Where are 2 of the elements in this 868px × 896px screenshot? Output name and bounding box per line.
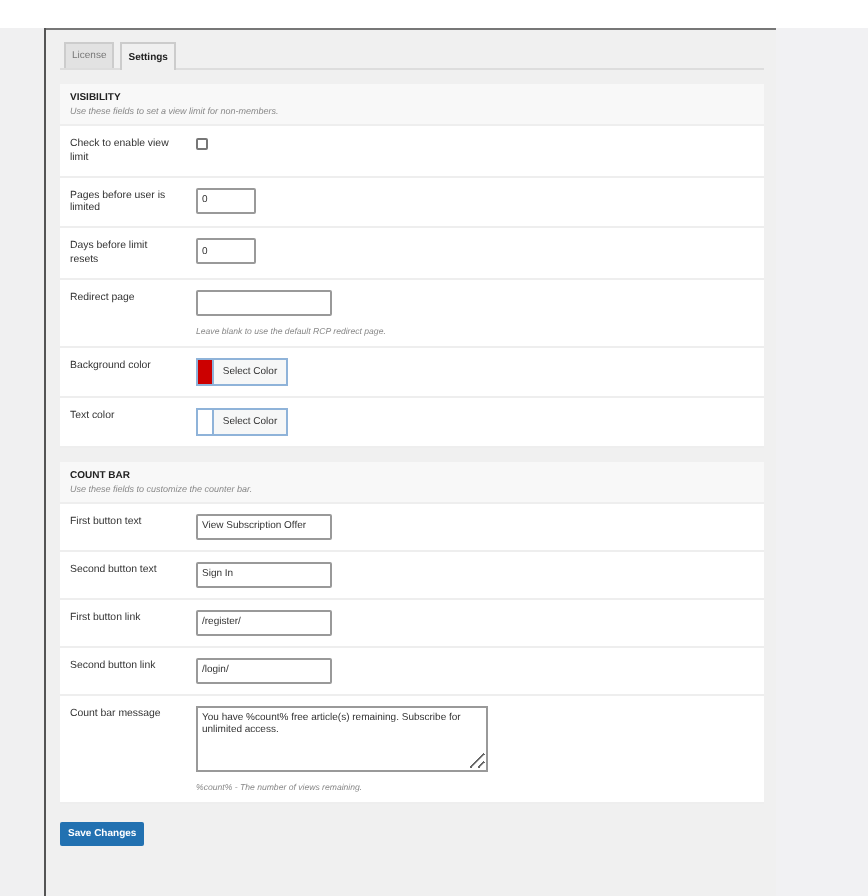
text-field[interactable] (196, 289, 332, 315)
checkbox[interactable] (196, 138, 208, 150)
